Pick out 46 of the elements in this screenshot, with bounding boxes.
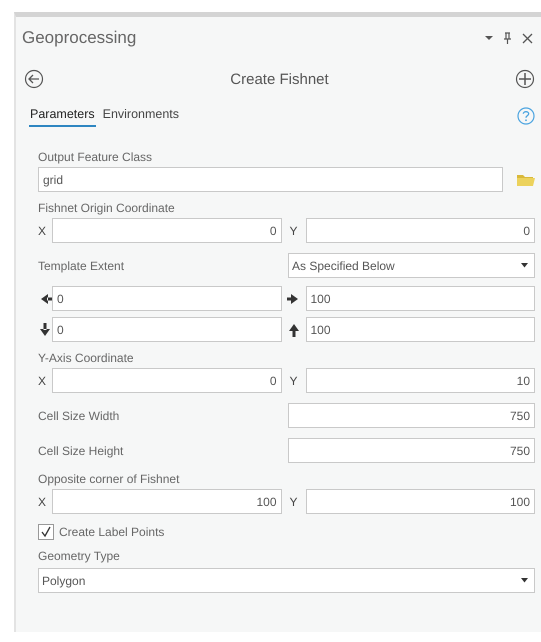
checkbox-label: Create Label Points <box>59 525 164 539</box>
add-icon[interactable] <box>514 69 535 89</box>
dropdown[interactable]: Polygon <box>38 568 535 593</box>
input-field[interactable]: 0 <box>52 317 282 342</box>
axis-label: X <box>38 224 48 238</box>
axis-label: Y <box>289 374 298 388</box>
parameter-label: Cell Size Height <box>38 444 124 458</box>
input-field[interactable]: 100 <box>306 489 535 514</box>
arrow-icon <box>286 292 300 306</box>
tab[interactable]: Environments <box>102 105 180 127</box>
dropdown[interactable]: As Specified Below <box>288 253 535 278</box>
input-field[interactable]: 0 <box>306 218 535 243</box>
axis-label: Y <box>289 494 298 508</box>
pin-icon[interactable] <box>503 32 512 44</box>
parameter-label: Cell Size Width <box>38 408 120 422</box>
parameter-label: Y-Axis Coordinate <box>38 351 135 365</box>
input-field[interactable]: 100 <box>306 317 535 342</box>
input-field[interactable]: 100 <box>306 286 535 311</box>
input-field[interactable]: 750 <box>288 438 535 463</box>
caret-icon <box>521 263 528 268</box>
arrow-icon <box>38 322 52 336</box>
parameter-label: Opposite corner of Fishnet <box>38 472 180 486</box>
axis-label: X <box>38 374 48 388</box>
input-field[interactable]: grid <box>38 167 503 192</box>
input-field[interactable]: 0 <box>52 218 282 243</box>
input-field[interactable]: 750 <box>288 403 535 428</box>
tool-title: Create Fishnet <box>230 70 329 88</box>
axis-label: Y <box>289 224 298 238</box>
tab[interactable]: Parameters <box>29 105 96 127</box>
input-field[interactable]: 0 <box>52 368 282 393</box>
caret-icon <box>521 578 528 583</box>
checkbox[interactable] <box>38 524 54 540</box>
close-icon[interactable] <box>522 32 533 44</box>
parameter-label: Geometry Type <box>38 549 121 563</box>
help-icon[interactable] <box>517 107 535 125</box>
parameter-label: Template Extent <box>38 258 126 272</box>
pane-title: Geoprocessing <box>22 28 136 48</box>
arrow-icon <box>286 322 300 336</box>
parameter-label: Output Feature Class <box>38 150 154 164</box>
parameter-label: Fishnet Origin Coordinate <box>38 201 176 215</box>
input-field[interactable]: 0 <box>52 286 282 311</box>
input-field[interactable]: 10 <box>306 368 535 393</box>
back-icon[interactable] <box>24 69 44 89</box>
dropdown-caret-icon[interactable] <box>485 35 493 41</box>
axis-label: X <box>38 494 48 508</box>
input-field[interactable]: 100 <box>52 489 282 514</box>
